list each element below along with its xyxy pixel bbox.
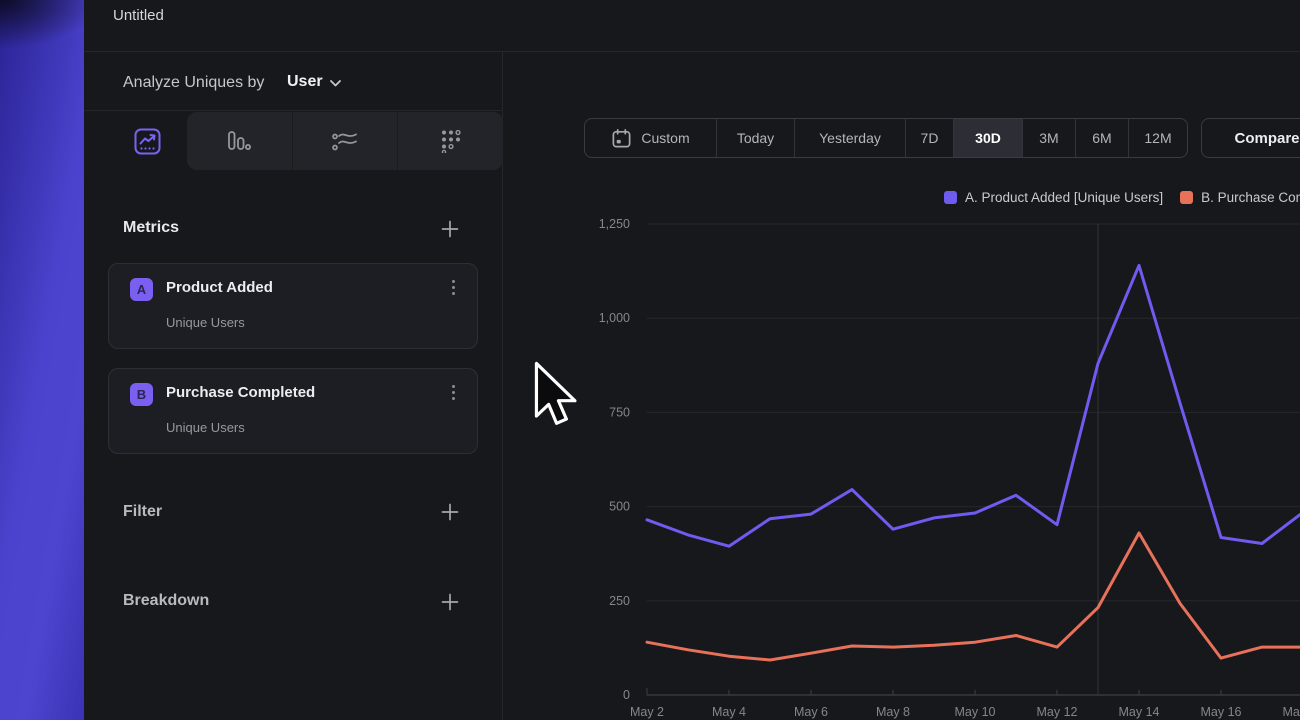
legend-label: B. Purchase Completed [Unique Users] [1201,190,1300,205]
add-metric-button[interactable] [440,219,460,239]
metric-badge-b: B [130,383,153,406]
tab-retention[interactable] [397,112,503,170]
flows-icon [332,130,358,152]
desktop-wallpaper-strip [0,0,84,720]
compare-button[interactable]: Compare [1201,118,1300,158]
metrics-section-title: Metrics [123,219,179,237]
metric-aggregation[interactable]: Unique Users [166,315,245,330]
analyze-row: Analyze Uniques by User [84,52,503,111]
legend-label: A. Product Added [Unique Users] [965,190,1163,205]
range-30d[interactable]: 30D [953,119,1022,157]
metric-badge-a: A [130,278,153,301]
chevron-down-icon [330,80,341,87]
legend-swatch-b [1180,191,1193,204]
metric-name[interactable]: Product Added [166,279,273,296]
analyze-by-dropdown[interactable]: User [287,73,341,91]
legend-item-a[interactable]: A. Product Added [Unique Users] [944,190,1163,205]
calendar-icon [611,128,632,149]
range-today[interactable]: Today [716,119,794,157]
legend-item-b[interactable]: B. Purchase Completed [Unique Users] [1180,190,1300,205]
chart-legend: A. Product Added [Unique Users] B. Purch… [944,190,1300,205]
add-filter-button[interactable] [440,502,460,522]
retention-grid-icon [440,129,462,153]
filter-section-title: Filter [123,503,162,521]
metric-menu-button[interactable] [445,280,461,300]
tab-flows[interactable] [292,112,398,170]
range-yesterday[interactable]: Yesterday [794,119,905,157]
range-custom[interactable]: Custom [585,119,716,157]
tab-bar-chart[interactable] [187,112,292,170]
range-6m[interactable]: 6M [1075,119,1128,157]
metric-card-b[interactable]: B Purchase Completed Unique Users [108,368,478,454]
breakdown-section-title: Breakdown [123,592,209,610]
range-3m[interactable]: 3M [1022,119,1075,157]
chart-type-tab-strip [187,112,503,170]
line-chart-icon [134,128,161,155]
tab-line-chart[interactable] [108,112,187,170]
metric-aggregation[interactable]: Unique Users [166,420,245,435]
top-bar: Untitled [84,0,1300,52]
legend-swatch-a [944,191,957,204]
bar-chart-icon [227,130,251,152]
query-builder-panel: Analyze Uniques by User [84,52,503,720]
analyze-by-value: User [287,73,323,91]
app-window: Untitled Analyze Uniques by User [84,0,1300,720]
range-12m[interactable]: 12M [1128,119,1187,157]
analyze-label: Analyze Uniques by [123,74,264,92]
metric-card-a[interactable]: A Product Added Unique Users [108,263,478,349]
metric-name[interactable]: Purchase Completed [166,384,315,401]
date-range-selector: Custom Today Yesterday 7D 30D 3M 6M 12M [584,118,1188,158]
range-7d[interactable]: 7D [905,119,953,157]
report-title[interactable]: Untitled [113,7,164,24]
add-breakdown-button[interactable] [440,592,460,612]
metric-menu-button[interactable] [445,385,461,405]
